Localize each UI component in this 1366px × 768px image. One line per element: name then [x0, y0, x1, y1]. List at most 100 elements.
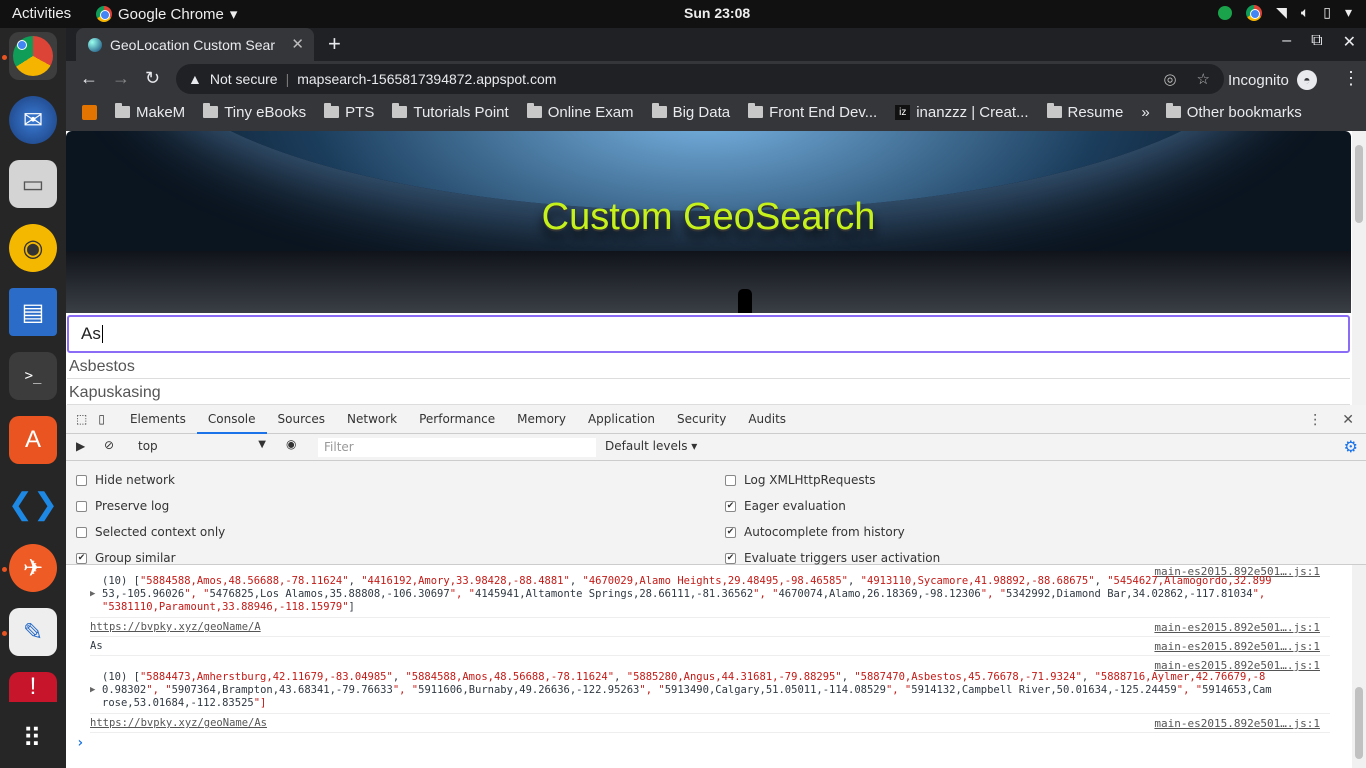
- chromium-icon[interactable]: [9, 32, 57, 80]
- checkbox[interactable]: [76, 474, 87, 486]
- checkbox[interactable]: [76, 526, 87, 538]
- other-bookmarks[interactable]: Other bookmarks: [1165, 103, 1302, 121]
- filter-input[interactable]: Filter: [318, 438, 596, 457]
- app-name: Google Chrome: [118, 5, 224, 23]
- devtools-tab-console[interactable]: Console: [196, 405, 267, 434]
- text-editor-icon[interactable]: ✎: [9, 608, 57, 656]
- search-input[interactable]: As: [67, 315, 1350, 353]
- back-icon[interactable]: ←: [80, 68, 98, 89]
- console-scrollbar[interactable]: [1352, 565, 1366, 768]
- close-devtools-icon[interactable]: ✕: [1342, 412, 1354, 428]
- forward-icon[interactable]: →: [112, 68, 130, 89]
- console-settings-gear-icon[interactable]: ⚙: [1344, 437, 1358, 456]
- setting-group-similar[interactable]: ✔ Group similar: [76, 551, 176, 565]
- devtools-tab[interactable]: Audits: [737, 405, 797, 434]
- clock[interactable]: Sun 23:08: [684, 5, 750, 21]
- inspect-element-icon[interactable]: ⬚: [66, 405, 98, 434]
- more-bookmarks-button[interactable]: »: [1141, 104, 1149, 121]
- scrollbar-thumb[interactable]: [1355, 687, 1363, 759]
- terminal-icon[interactable]: >_: [9, 352, 57, 400]
- address-bar[interactable]: ▲ Not secure | mapsearch-1565817394872.a…: [176, 64, 1224, 94]
- source-link[interactable]: main-es2015.892e501….js:1: [1154, 717, 1320, 730]
- suggestion-item[interactable]: Asbestos: [67, 354, 1350, 379]
- expand-triangle-icon[interactable]: ▶: [90, 685, 95, 695]
- incognito-indicator[interactable]: Incognito ◓: [1228, 70, 1317, 90]
- close-window-icon[interactable]: ✕: [1343, 32, 1356, 52]
- location-icon[interactable]: ◎: [1163, 70, 1176, 88]
- rhythmbox-icon[interactable]: ◉: [9, 224, 57, 272]
- reload-icon[interactable]: ↻: [145, 68, 160, 89]
- files-icon[interactable]: ▭: [9, 160, 57, 208]
- browser-tab[interactable]: GeoLocation Custom Sear ✕: [76, 28, 314, 61]
- eye-icon[interactable]: ◉: [286, 437, 296, 451]
- scrollbar-thumb[interactable]: [1355, 145, 1363, 223]
- checkbox-checked[interactable]: ✔: [725, 552, 736, 564]
- bookmark-item[interactable]: Front End Dev...: [748, 103, 877, 121]
- setting-evaluate-triggers[interactable]: ✔ Evaluate triggers user activation: [725, 551, 940, 565]
- checkbox[interactable]: [76, 500, 87, 512]
- setting-log-xhr[interactable]: Log XMLHttpRequests: [725, 473, 876, 487]
- setting-eager-evaluation[interactable]: ✔ Eager evaluation: [725, 499, 846, 513]
- devtools-tab[interactable]: Security: [666, 405, 737, 434]
- suggestion-item[interactable]: Kapuskasing: [67, 380, 1350, 405]
- log-levels-dropdown[interactable]: Default levels ▾: [605, 439, 697, 453]
- thunderbird-icon[interactable]: ✉︎: [9, 96, 57, 144]
- console-url-link[interactable]: https://bvpky.xyz/geoName/A: [90, 621, 261, 633]
- setting-autocomplete[interactable]: ✔ Autocomplete from history: [725, 525, 905, 539]
- checkbox-checked[interactable]: ✔: [725, 500, 736, 512]
- activities-button[interactable]: Activities: [12, 5, 71, 22]
- bookmark-item[interactable]: MakeM: [115, 103, 185, 121]
- console-array-entry[interactable]: (10) ["5884473,Amherstburg,42.11679,-83.…: [102, 671, 1272, 710]
- source-link[interactable]: main-es2015.892e501….js:1: [1154, 621, 1320, 634]
- restore-icon[interactable]: ⧉: [1311, 32, 1322, 52]
- source-link[interactable]: main-es2015.892e501….js:1: [1154, 640, 1320, 653]
- software-icon[interactable]: A: [9, 416, 57, 464]
- bookmark-item[interactable]: iz inanzzz | Creat...: [895, 103, 1029, 121]
- setting-preserve-log[interactable]: Preserve log: [76, 499, 169, 513]
- minimize-icon[interactable]: –: [1282, 32, 1291, 52]
- bookmark-label: inanzzz | Creat...: [916, 103, 1029, 121]
- device-toolbar-icon[interactable]: ▯: [98, 405, 119, 434]
- bookmark-star-icon[interactable]: ☆: [1197, 70, 1210, 88]
- sidebar-toggle-icon[interactable]: ▶︎: [76, 439, 85, 453]
- writer-icon[interactable]: ▤: [9, 288, 57, 336]
- close-tab-icon[interactable]: ✕: [291, 35, 304, 53]
- devtools-tab[interactable]: Network: [336, 405, 408, 434]
- clear-console-icon[interactable]: ⊘: [104, 438, 114, 452]
- bookmark-item[interactable]: PTS: [324, 103, 374, 121]
- bookmark-item[interactable]: Big Data: [651, 103, 730, 121]
- devtools-menu-icon[interactable]: ⋮: [1308, 412, 1322, 428]
- console-prompt[interactable]: ›: [76, 735, 84, 751]
- checkbox[interactable]: [725, 474, 736, 486]
- console-array-entry[interactable]: (10) ["5884588,Amos,48.56688,-78.11624",…: [102, 575, 1272, 614]
- setting-selected-context[interactable]: Selected context only: [76, 525, 225, 539]
- devtools-tab[interactable]: Elements: [119, 405, 197, 434]
- bookmark-label: Tiny eBooks: [224, 103, 307, 121]
- devtools-tab[interactable]: Performance: [408, 405, 506, 434]
- show-applications-icon[interactable]: ⠿: [9, 714, 57, 762]
- console-url-link[interactable]: https://bvpky.xyz/geoName/As: [90, 717, 267, 729]
- page-scrollbar[interactable]: [1352, 131, 1366, 405]
- bookmark-label: Online Exam: [547, 103, 634, 121]
- folder-icon: [651, 103, 667, 118]
- bookmark-item[interactable]: Online Exam: [526, 103, 634, 121]
- expand-triangle-icon[interactable]: ▶: [90, 589, 95, 599]
- context-selector[interactable]: top ▼: [130, 439, 270, 457]
- checkbox-checked[interactable]: ✔: [725, 526, 736, 538]
- app-icon[interactable]: !: [9, 672, 57, 702]
- app-menu[interactable]: Google Chrome ▾: [96, 5, 237, 23]
- bookmark-item[interactable]: Tiny eBooks: [203, 103, 307, 121]
- bookmark-item[interactable]: Resume: [1046, 103, 1123, 121]
- devtools-tab[interactable]: Application: [577, 405, 666, 434]
- vscode-icon[interactable]: ❮❯: [8, 480, 58, 528]
- browser-menu-icon[interactable]: ⋮: [1342, 68, 1360, 89]
- devtools-tab[interactable]: Sources: [267, 405, 336, 434]
- devtools-tab[interactable]: Memory: [506, 405, 577, 434]
- new-tab-button[interactable]: +: [328, 31, 341, 57]
- system-tray[interactable]: ◥ 🔈︎ ▯ ▾: [1218, 4, 1352, 21]
- bookmark-apps[interactable]: [82, 104, 97, 120]
- postman-icon[interactable]: ✈︎: [9, 544, 57, 592]
- setting-hide-network[interactable]: Hide network: [76, 473, 175, 487]
- checkbox-checked[interactable]: ✔: [76, 552, 87, 564]
- bookmark-item[interactable]: Tutorials Point: [392, 103, 509, 121]
